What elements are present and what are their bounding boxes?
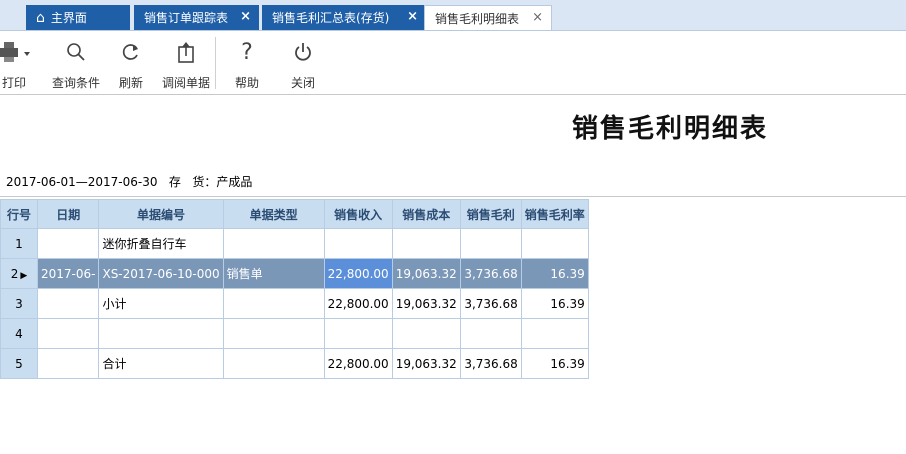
- cost-cell[interactable]: 19,063.32: [391, 288, 461, 319]
- row-number: 5: [0, 348, 38, 379]
- table-row[interactable]: 4: [0, 318, 589, 349]
- profit-cell[interactable]: 3,736.68: [459, 288, 522, 319]
- column-header[interactable]: 行号: [0, 199, 38, 229]
- rate-cell[interactable]: 16.39: [520, 258, 589, 289]
- refresh-icon: [112, 39, 150, 65]
- tab-gross-profit-summary[interactable]: 销售毛利汇总表(存货) ×: [262, 5, 426, 30]
- doc-type-cell[interactable]: [222, 318, 325, 349]
- column-header[interactable]: 销售毛利: [459, 199, 522, 229]
- profit-cell[interactable]: 3,736.68: [459, 348, 522, 379]
- column-header[interactable]: 日期: [36, 199, 100, 229]
- revenue-cell[interactable]: 22,800.00: [323, 348, 393, 379]
- tab-home[interactable]: ⌂ 主界面: [26, 5, 130, 30]
- revenue-cell[interactable]: 22,800.00: [323, 258, 393, 289]
- revenue-cell[interactable]: 22,800.00: [323, 288, 393, 319]
- column-header[interactable]: 销售成本: [391, 199, 461, 229]
- cost-cell[interactable]: [391, 228, 461, 259]
- close-icon[interactable]: ×: [532, 10, 543, 25]
- tab-label: 销售订单跟踪表: [144, 11, 229, 25]
- tab-label: 主界面: [50, 11, 87, 25]
- query-conditions-button[interactable]: 查询条件: [48, 31, 104, 94]
- revenue-cell[interactable]: [323, 228, 393, 259]
- table-row[interactable]: 3 小计 22,800.00 19,063.32 3,736.68 16.39: [0, 288, 589, 319]
- rate-cell[interactable]: [520, 318, 589, 349]
- row-pointer-icon: ▶: [20, 270, 28, 281]
- doc-no-cell[interactable]: XS-2017-06-10-000: [98, 258, 224, 289]
- document-upload-icon: [158, 39, 214, 65]
- doc-type-cell[interactable]: [222, 348, 325, 379]
- toolbar-separator: [215, 37, 216, 89]
- filter-summary: 2017-06-01—2017-06-30 存 货：产成品: [6, 175, 253, 189]
- close-icon[interactable]: ×: [240, 9, 251, 24]
- revenue-cell[interactable]: [323, 318, 393, 349]
- help-icon: ?: [241, 39, 253, 65]
- column-header[interactable]: 销售毛利率: [520, 199, 589, 229]
- row-number: 2 ▶: [0, 258, 38, 289]
- doc-type-cell[interactable]: 销售单: [222, 258, 325, 289]
- date-cell[interactable]: 2017-06-: [36, 258, 100, 289]
- grid-header-row: 行号 日期 单据编号 单据类型 销售收入 销售成本 销售毛利 销售毛利率: [0, 199, 589, 229]
- close-button[interactable]: 关闭: [284, 31, 322, 94]
- tab-bar: ⌂ 主界面 销售订单跟踪表 × 销售毛利汇总表(存货) × 销售毛利明细表 ×: [0, 0, 906, 31]
- date-cell[interactable]: [36, 228, 100, 259]
- report-title: 销售毛利明细表: [571, 114, 768, 144]
- doc-type-cell[interactable]: [222, 228, 325, 259]
- doc-no-cell[interactable]: [98, 318, 224, 349]
- doc-no-cell[interactable]: 迷你折叠自行车: [98, 228, 224, 259]
- tab-gross-profit-detail[interactable]: 销售毛利明细表 ×: [424, 5, 552, 30]
- table-row[interactable]: 1 迷你折叠自行车: [0, 228, 589, 259]
- rate-cell[interactable]: 16.39: [520, 288, 589, 319]
- view-document-button[interactable]: 调阅单据: [158, 31, 214, 94]
- cost-cell[interactable]: [391, 318, 461, 349]
- help-button[interactable]: ? 帮助: [228, 31, 266, 94]
- home-icon: ⌂: [36, 9, 45, 26]
- column-header[interactable]: 销售收入: [323, 199, 393, 229]
- power-icon: [284, 39, 322, 65]
- divider: [0, 196, 906, 197]
- profit-cell[interactable]: 3,736.68: [459, 258, 522, 289]
- close-icon[interactable]: ×: [407, 9, 418, 24]
- row-number: 3: [0, 288, 38, 319]
- table-row[interactable]: 5 合计 22,800.00 19,063.32 3,736.68 16.39: [0, 348, 589, 379]
- doc-no-cell[interactable]: 小计: [98, 288, 224, 319]
- profit-cell[interactable]: [459, 318, 522, 349]
- column-header[interactable]: 单据类型: [222, 199, 325, 229]
- toolbar: 打印 查询条件 刷新 调阅单据 ? 帮助 关闭: [0, 31, 906, 95]
- date-cell[interactable]: [36, 348, 100, 379]
- tab-label: 销售毛利明细表: [435, 11, 520, 26]
- doc-type-cell[interactable]: [222, 288, 325, 319]
- search-icon: [48, 39, 104, 65]
- date-cell[interactable]: [36, 288, 100, 319]
- refresh-button[interactable]: 刷新: [112, 31, 150, 94]
- rate-cell[interactable]: 16.39: [520, 348, 589, 379]
- tab-label: 销售毛利汇总表(存货): [272, 11, 390, 25]
- printer-icon: [0, 39, 42, 65]
- date-cell[interactable]: [36, 318, 100, 349]
- column-header[interactable]: 单据编号: [98, 199, 224, 229]
- print-button[interactable]: 打印: [0, 31, 42, 94]
- rate-cell[interactable]: [520, 228, 589, 259]
- cost-cell[interactable]: 19,063.32: [391, 348, 461, 379]
- tab-sales-order-tracking[interactable]: 销售订单跟踪表 ×: [134, 5, 259, 30]
- row-number: 4: [0, 318, 38, 349]
- profit-cell[interactable]: [459, 228, 522, 259]
- row-number: 1: [0, 228, 38, 259]
- report-grid: 行号 日期 单据编号 单据类型 销售收入 销售成本 销售毛利 销售毛利率 1 迷…: [0, 199, 589, 379]
- doc-no-cell[interactable]: 合计: [98, 348, 224, 379]
- table-row-selected[interactable]: 2 ▶ 2017-06- XS-2017-06-10-000 销售单 22,800…: [0, 258, 589, 289]
- cost-cell[interactable]: 19,063.32: [391, 258, 461, 289]
